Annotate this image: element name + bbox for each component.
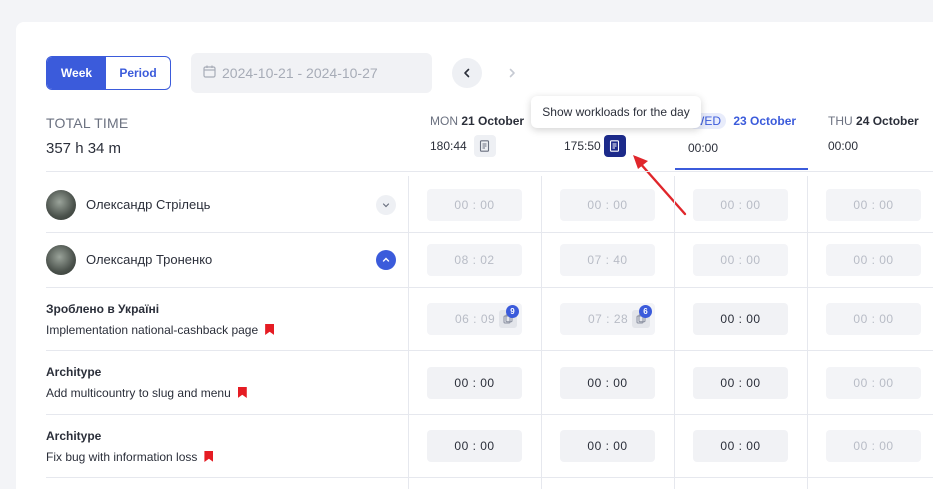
user-name: Олександр Стрілець bbox=[86, 197, 211, 212]
time-cell[interactable]: 00 : 00 bbox=[826, 303, 921, 335]
day-header-mon: MON 21 October bbox=[430, 114, 524, 128]
time-cell[interactable]: 00 : 00 bbox=[826, 244, 921, 276]
day-date: 23 October bbox=[733, 114, 797, 128]
day-total-tue: 175:50 bbox=[564, 139, 601, 153]
time-cell[interactable]: 00 : 00 bbox=[826, 189, 921, 221]
time-cell[interactable]: 08 : 02 bbox=[427, 244, 522, 276]
time-cell[interactable]: 00 : 00 bbox=[693, 244, 788, 276]
period-button[interactable]: Period bbox=[106, 57, 170, 89]
date-range-text: 2024-10-21 - 2024-10-27 bbox=[222, 65, 378, 81]
project-name: Architype bbox=[46, 429, 102, 443]
time-value: 07 : 28 bbox=[588, 312, 629, 326]
collapse-user-button[interactable] bbox=[376, 250, 396, 270]
chevron-right-icon bbox=[509, 68, 515, 78]
day-date: 24 October bbox=[856, 114, 919, 128]
day-total-thu: 00:00 bbox=[828, 139, 859, 153]
project-name: Architype bbox=[46, 365, 102, 379]
time-cell[interactable]: 00 : 00 bbox=[693, 303, 788, 335]
chevron-down-icon bbox=[382, 203, 390, 208]
bookmark-flag-icon bbox=[237, 387, 247, 398]
row-divider bbox=[46, 232, 933, 233]
bookmark-flag-icon bbox=[265, 324, 275, 335]
bookmark-flag-icon bbox=[204, 451, 214, 462]
task-title-text: Fix bug with information loss bbox=[46, 450, 198, 464]
time-cell[interactable]: 00 : 00 bbox=[693, 367, 788, 399]
total-time-label: TOTAL TIME bbox=[46, 115, 129, 131]
row-divider bbox=[46, 477, 933, 478]
task-title: Add multicountry to slug and menu bbox=[46, 386, 247, 400]
expand-user-button[interactable] bbox=[376, 195, 396, 215]
column-divider bbox=[541, 176, 542, 489]
total-time-value: 357 h 34 m bbox=[46, 140, 122, 157]
task-title: Fix bug with information loss bbox=[46, 450, 214, 464]
task-title-text: Add multicountry to slug and menu bbox=[46, 386, 231, 400]
user-name: Олександр Троненко bbox=[86, 252, 213, 267]
time-value: 06 : 09 bbox=[455, 312, 496, 326]
time-cell[interactable]: 00 : 00 bbox=[826, 367, 921, 399]
workload-button-mon[interactable] bbox=[474, 135, 496, 157]
column-divider bbox=[408, 176, 409, 489]
row-divider bbox=[46, 414, 933, 415]
prev-week-button[interactable] bbox=[452, 58, 482, 88]
time-cell[interactable]: 00 : 00 bbox=[560, 367, 655, 399]
project-name: Зроблено в Україні bbox=[46, 302, 160, 316]
avatar bbox=[46, 190, 76, 220]
document-list-icon bbox=[609, 140, 620, 152]
time-cell[interactable]: 00 : 00 bbox=[560, 430, 655, 462]
time-cell[interactable]: 00 : 00 bbox=[427, 367, 522, 399]
next-week-button[interactable] bbox=[497, 58, 527, 88]
day-header-wed: WED 23 October bbox=[688, 113, 797, 129]
time-cell[interactable]: 00 : 00 bbox=[693, 189, 788, 221]
column-divider bbox=[807, 176, 808, 489]
day-total-mon: 180:44 bbox=[430, 139, 467, 153]
day-date: 21 October bbox=[461, 114, 525, 128]
day-of-week: MON bbox=[430, 114, 458, 128]
time-cell[interactable]: 07 : 40 bbox=[560, 244, 655, 276]
week-button[interactable]: Week bbox=[47, 57, 106, 89]
workload-button-tue[interactable] bbox=[604, 135, 626, 157]
day-of-week: THU bbox=[828, 114, 853, 128]
row-divider bbox=[46, 350, 933, 351]
column-divider bbox=[674, 176, 675, 489]
chevron-up-icon bbox=[382, 257, 390, 262]
row-divider bbox=[46, 287, 933, 288]
time-cell[interactable]: 00 : 00 bbox=[427, 430, 522, 462]
chevron-left-icon bbox=[464, 68, 470, 78]
time-cell[interactable]: 00 : 00 bbox=[826, 430, 921, 462]
day-header-thu: THU 24 October bbox=[828, 114, 919, 128]
time-cell[interactable]: 00 : 00 bbox=[427, 189, 522, 221]
task-title-text: Implementation national-cashback page bbox=[46, 323, 259, 337]
header-divider bbox=[46, 171, 933, 172]
time-cell[interactable]: 00 : 00 bbox=[560, 189, 655, 221]
calendar-icon bbox=[203, 65, 216, 81]
document-list-icon bbox=[479, 140, 490, 152]
view-toggle: Week Period bbox=[46, 56, 171, 90]
comment-count-badge: 9 bbox=[506, 305, 519, 318]
date-range-input[interactable]: 2024-10-21 - 2024-10-27 bbox=[191, 53, 432, 93]
comment-count-badge: 6 bbox=[639, 305, 652, 318]
time-cell[interactable]: 00 : 00 bbox=[693, 430, 788, 462]
workload-tooltip: Show workloads for the day bbox=[531, 96, 701, 128]
avatar bbox=[46, 245, 76, 275]
task-title: Implementation national-cashback page bbox=[46, 323, 275, 337]
